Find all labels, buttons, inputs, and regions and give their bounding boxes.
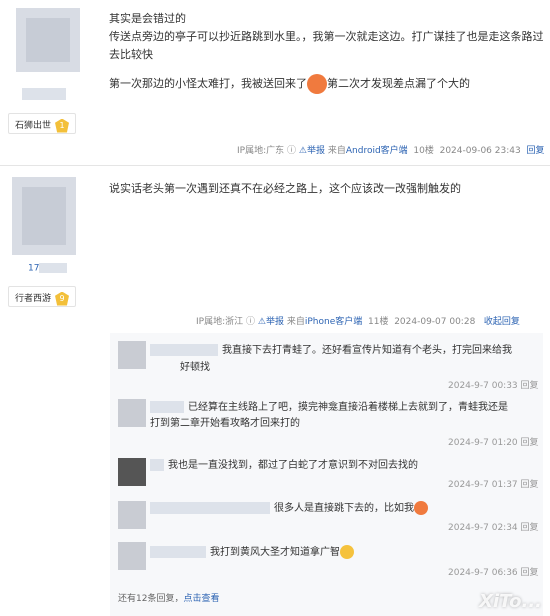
reply-meta: 2024-9-7 01:20 回复 [448, 438, 539, 448]
reply-list: 我直接下去打青蛙了。还好看宣传片知道有个老头，打完回来给我 好顿找 2024-9… [110, 333, 543, 616]
post-text-line: 去比较快 [109, 48, 153, 61]
user-avatar[interactable] [16, 8, 80, 72]
watermark: XiTo... [479, 591, 542, 612]
reply-meta: 2024-9-7 00:33 回复 [448, 381, 539, 391]
reply-avatar[interactable] [118, 542, 146, 570]
level-badge: 1 [55, 118, 70, 133]
post-meta: IP属地:浙江 ⓘ ⚠举报 来自iPhone客户端 11楼 2024-09-07… [196, 317, 520, 327]
reply-avatar[interactable] [118, 399, 146, 427]
post-meta: IP属地:广东 ⓘ ⚠举报 来自Android客户端 10楼 2024-09-0… [237, 146, 545, 156]
client-link[interactable]: Android客户端 [346, 146, 408, 156]
reply-button[interactable]: 回复 [521, 523, 539, 533]
emoji-icon [414, 501, 428, 515]
post-text-line: 传送点旁边的亭子可以抄近路跳到水里。，我第一次就走这边。打广谋挂了也是走这条路过 [109, 30, 544, 43]
report-icon: ⚠ [257, 317, 266, 327]
reply-username[interactable] [150, 401, 184, 413]
username[interactable] [22, 88, 66, 100]
username[interactable]: 17 [28, 263, 71, 274]
reply-text: 已经算在主线路上了吧，摸完神龛直接沿着楼梯上去就到了，青蛙我还是 [150, 399, 508, 416]
reply-button[interactable]: 回复 [521, 381, 539, 391]
reply-avatar[interactable] [118, 341, 146, 369]
reply-button[interactable]: 回复 [521, 438, 539, 448]
reply-button[interactable]: 回复 [526, 146, 544, 156]
reply-text: 我直接下去打青蛙了。还好看宣传片知道有个老头，打完回来给我 [150, 342, 512, 359]
reply-username[interactable] [150, 459, 164, 471]
reply-text: 好顿找 [180, 362, 210, 373]
reply-username[interactable] [150, 344, 218, 356]
more-replies: 还有12条回复，点击查看 [118, 594, 220, 604]
help-icon[interactable]: ⓘ [287, 146, 296, 156]
report-link[interactable]: ⚠举报 [258, 317, 284, 327]
divider [0, 165, 550, 166]
reply-meta: 2024-9-7 01:37 回复 [448, 480, 539, 490]
report-icon: ⚠ [298, 146, 307, 156]
emoji-icon [307, 74, 327, 94]
reply-avatar[interactable] [118, 501, 146, 529]
reply-text: 我也是一直没找到，都过了白蛇了才意识到不对回去找的 [150, 457, 418, 474]
reply-button[interactable]: 回复 [521, 480, 539, 490]
report-link[interactable]: ⚠举报 [299, 146, 325, 156]
help-icon[interactable]: ⓘ [246, 317, 255, 327]
user-avatar[interactable] [12, 177, 76, 255]
post-text-line: 第一次那边的小怪太难打，我被送回来了 第二次才发现差点漏了个大的 [109, 74, 470, 94]
reply-button[interactable]: 回复 [521, 568, 539, 578]
reply-text: 我打到黄风大圣才知道拿广智 [150, 544, 354, 561]
reply-meta: 2024-9-7 06:36 回复 [448, 568, 539, 578]
reply-username[interactable] [150, 546, 206, 558]
emoji-icon [340, 545, 354, 559]
post-text-line: 说实话老头第一次遇到还真不在必经之路上，这个应该改一改强制触发的 [109, 182, 461, 195]
client-link[interactable]: iPhone客户端 [305, 317, 362, 327]
reply-text: 打到第二章开始看攻略才回来打的 [150, 418, 300, 429]
reply-avatar[interactable] [118, 458, 146, 486]
collapse-replies-button[interactable]: 收起回复 [484, 317, 520, 327]
level-badge: 9 [55, 291, 70, 306]
reply-text: 很多人是直接跳下去的，比如我 [150, 500, 428, 517]
post-text-line: 其实是会错过的 [109, 12, 186, 25]
reply-meta: 2024-9-7 02:34 回复 [448, 523, 539, 533]
user-title-badge[interactable]: 行者西游 9 [8, 286, 77, 307]
view-more-replies-link[interactable]: 点击查看 [183, 594, 219, 604]
reply-username[interactable] [150, 502, 270, 514]
user-title-badge[interactable]: 石狮出世 1 [8, 113, 77, 134]
